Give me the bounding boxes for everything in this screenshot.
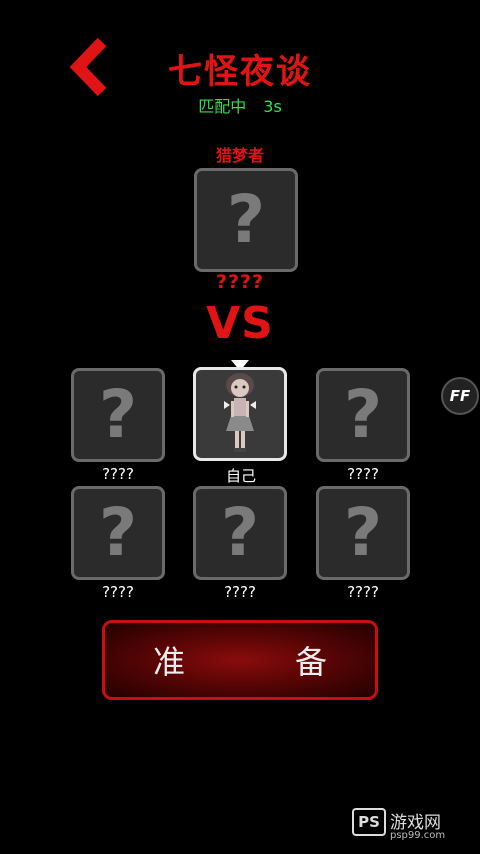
vs-label: VS [206,298,274,349]
status-label: 匹配中 [198,97,247,116]
unknown-placeholder: ? [98,376,138,453]
player-slot: ? [71,368,165,462]
player-slot: ? [316,486,410,580]
ready-button[interactable]: 准 备 [102,620,378,700]
player-name: ???? [102,583,134,601]
player-slot: ? [193,486,287,580]
hunter-name: ???? [215,271,265,293]
player-name: ???? [347,465,379,483]
countdown-timer: 3s [263,97,282,116]
hunter-slot: ? [194,168,298,272]
ready-label-right: 备 [294,643,327,681]
player-name-self: 自己 [225,467,256,485]
watermark-logo: PS [352,808,386,836]
fast-forward-button[interactable]: FF [441,377,479,415]
hunter-role-label: 猎梦者 [215,146,264,165]
player-name: ???? [102,465,134,483]
character-avatar [224,373,256,452]
player-slot: ? [316,368,410,462]
unknown-placeholder: ? [343,376,383,453]
unknown-placeholder: ? [220,494,260,571]
page-title: 七怪夜谈 [168,52,312,92]
unknown-placeholder: ? [98,494,138,571]
unknown-placeholder: ? [343,494,383,571]
watermark-url: psp99.com [390,830,446,841]
matching-status: 匹配中 3s [0,93,480,117]
player-slot: ? [71,486,165,580]
player-name: ???? [224,583,256,601]
ready-label-left: 准 [153,643,186,681]
player-slot-self [193,367,287,461]
unknown-placeholder: ? [226,181,266,258]
player-name: ???? [347,583,379,601]
